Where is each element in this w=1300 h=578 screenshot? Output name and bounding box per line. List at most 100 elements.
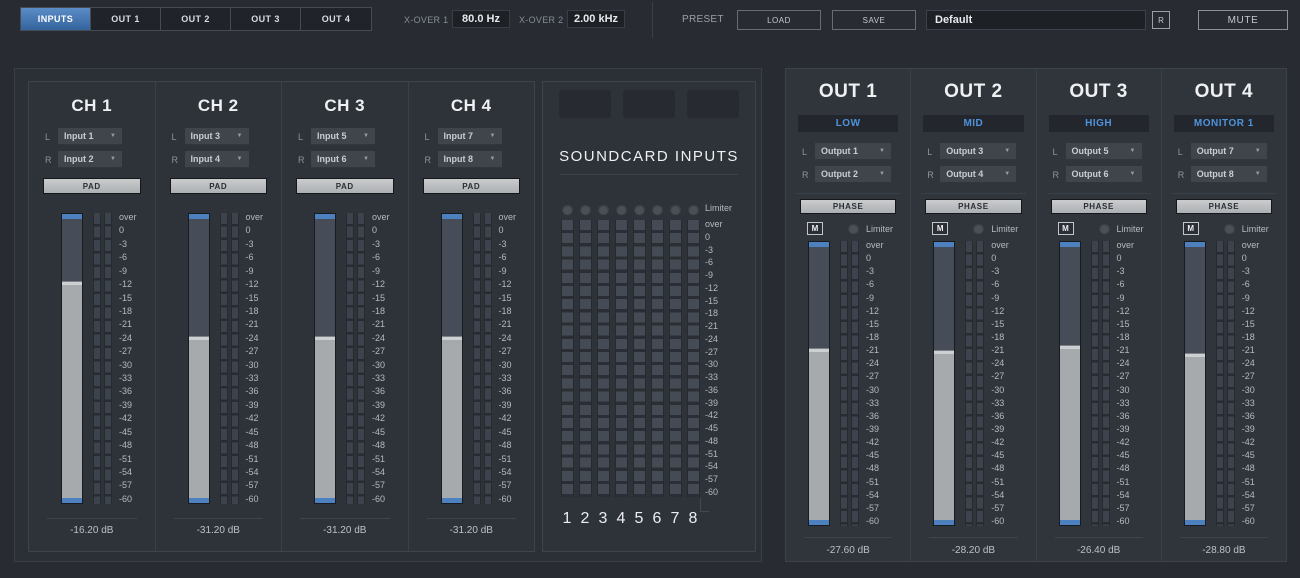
gain-fader[interactable] — [933, 241, 955, 526]
left-input-row: L Input 1 ▼ — [45, 128, 122, 145]
tab-out-4[interactable]: OUT 4 — [301, 8, 371, 30]
fader-handle[interactable] — [1060, 345, 1080, 349]
output-r-select[interactable]: Output 4 ▼ — [940, 166, 1016, 183]
output-r-select[interactable]: Output 8 ▼ — [1191, 166, 1267, 183]
output-l-select[interactable]: Output 1 ▼ — [815, 143, 891, 160]
scale-tick: -27 — [1242, 372, 1268, 381]
input-r-select[interactable]: Input 6 ▼ — [311, 151, 375, 168]
input-r-select[interactable]: Input 8 ▼ — [438, 151, 502, 168]
save-button[interactable]: SAVE — [832, 10, 916, 30]
soundcard-channel-number: 7 — [666, 510, 684, 528]
input-l-select[interactable]: Input 5 ▼ — [311, 128, 375, 145]
fader-cap-bottom — [1060, 520, 1080, 525]
scale-tick: -21 — [866, 346, 892, 355]
pad-button[interactable]: PAD — [170, 178, 268, 194]
output-l-select[interactable]: Output 3 ▼ — [940, 143, 1016, 160]
tab-out-2[interactable]: OUT 2 — [161, 8, 231, 30]
band-label-button[interactable]: HIGH — [1049, 115, 1149, 132]
input-l-select[interactable]: Input 3 ▼ — [185, 128, 249, 145]
level-meter-bar — [93, 213, 101, 504]
tab-out-1[interactable]: OUT 1 — [91, 8, 161, 30]
channel-mute-button[interactable]: M — [932, 222, 948, 235]
scale-tick: -9 — [246, 267, 272, 276]
input-l-select[interactable]: Input 1 ▼ — [58, 128, 122, 145]
output-r-select[interactable]: Output 6 ▼ — [1066, 166, 1142, 183]
scale-tick: -3 — [499, 240, 525, 249]
input-r-value: Input 8 — [444, 154, 474, 164]
channel-title: CH 4 — [409, 96, 535, 116]
fader-handle[interactable] — [315, 336, 335, 340]
fader-handle[interactable] — [189, 336, 209, 340]
gain-fader[interactable] — [61, 213, 83, 504]
soundcard-meter — [630, 204, 648, 497]
phase-button[interactable]: PHASE — [1051, 199, 1147, 214]
scale-tick: -15 — [372, 294, 398, 303]
phase-button[interactable]: PHASE — [800, 199, 896, 214]
scale-tick: -51 — [372, 455, 398, 464]
channel-mute-button[interactable]: M — [1058, 222, 1074, 235]
scale-tick: -12 — [866, 307, 892, 316]
fader-handle[interactable] — [809, 348, 829, 352]
gain-fader[interactable] — [808, 241, 830, 526]
scale-tick: -6 — [119, 253, 145, 262]
input-l-select[interactable]: Input 7 ▼ — [438, 128, 502, 145]
level-meter-bar — [484, 213, 492, 504]
scale-tick: -18 — [705, 309, 747, 318]
pad-button[interactable]: PAD — [423, 178, 521, 194]
scale-tick: over — [1117, 241, 1143, 250]
output-l-select[interactable]: Output 5 ▼ — [1066, 143, 1142, 160]
scale-tick: -9 — [119, 267, 145, 276]
output-r-select[interactable]: Output 2 ▼ — [815, 166, 891, 183]
phase-button[interactable]: PHASE — [925, 199, 1021, 214]
input-l-value: Input 1 — [64, 131, 94, 141]
input-r-select[interactable]: Input 2 ▼ — [58, 151, 122, 168]
input-r-select[interactable]: Input 4 ▼ — [185, 151, 249, 168]
preset-name-field[interactable]: Default — [926, 10, 1146, 30]
chevron-down-icon: ▼ — [363, 156, 369, 162]
section-divider — [1047, 193, 1151, 194]
scale-tick: -15 — [119, 294, 145, 303]
mute-button[interactable]: MUTE — [1198, 10, 1288, 30]
scale-tick: over — [246, 213, 272, 222]
scale-tick: over — [119, 213, 145, 222]
channel-meter: over0-3-6-9-12-15-18-21-24-27-30-33-36-3… — [314, 213, 398, 504]
scale-tick: -45 — [1117, 451, 1143, 460]
fader-handle[interactable] — [1185, 353, 1205, 357]
level-meter-bar — [976, 241, 984, 526]
tab-out-3[interactable]: OUT 3 — [231, 8, 301, 30]
readout-divider — [804, 537, 892, 538]
tab-inputs[interactable]: INPUTS — [21, 8, 91, 30]
pad-button[interactable]: PAD — [43, 178, 141, 194]
soundcard-meter — [666, 204, 684, 497]
channel-mute-button[interactable]: M — [1183, 222, 1199, 235]
output-l-select[interactable]: Output 7 ▼ — [1191, 143, 1267, 160]
gain-fader[interactable] — [314, 213, 336, 504]
channel-mute-button[interactable]: M — [807, 222, 823, 235]
band-label-button[interactable]: MID — [923, 115, 1023, 132]
gain-fader[interactable] — [188, 213, 210, 504]
gain-fader[interactable] — [1184, 241, 1206, 526]
load-button[interactable]: LOAD — [737, 10, 821, 30]
band-label-button[interactable]: MONITOR 1 — [1174, 115, 1274, 132]
fader-handle[interactable] — [62, 281, 82, 285]
level-meter-bar — [561, 220, 574, 497]
scale-tick: -45 — [372, 428, 398, 437]
fader-handle[interactable] — [934, 350, 954, 354]
level-meter-bar — [965, 241, 973, 526]
scale-tick: -39 — [119, 401, 145, 410]
soundcard-channel-number: 8 — [684, 510, 702, 528]
limiter-led — [562, 204, 573, 215]
phase-button[interactable]: PHASE — [1176, 199, 1272, 214]
xover1-value-field[interactable]: 80.0 Hz — [452, 10, 510, 28]
l-label: L — [1178, 147, 1191, 157]
preset-reset-button[interactable]: R — [1152, 11, 1170, 29]
fader-handle[interactable] — [442, 336, 462, 340]
level-meter-bar — [651, 220, 664, 497]
gain-fader[interactable] — [441, 213, 463, 504]
band-label-button[interactable]: LOW — [798, 115, 898, 132]
gain-fader[interactable] — [1059, 241, 1081, 526]
input-channel-4: CH 4 L Input 7 ▼ R Input 8 ▼ PAD ove — [409, 82, 535, 551]
pad-button[interactable]: PAD — [296, 178, 394, 194]
xover2-value-field[interactable]: 2.00 kHz — [567, 10, 625, 28]
fader-track-upper — [315, 214, 335, 338]
